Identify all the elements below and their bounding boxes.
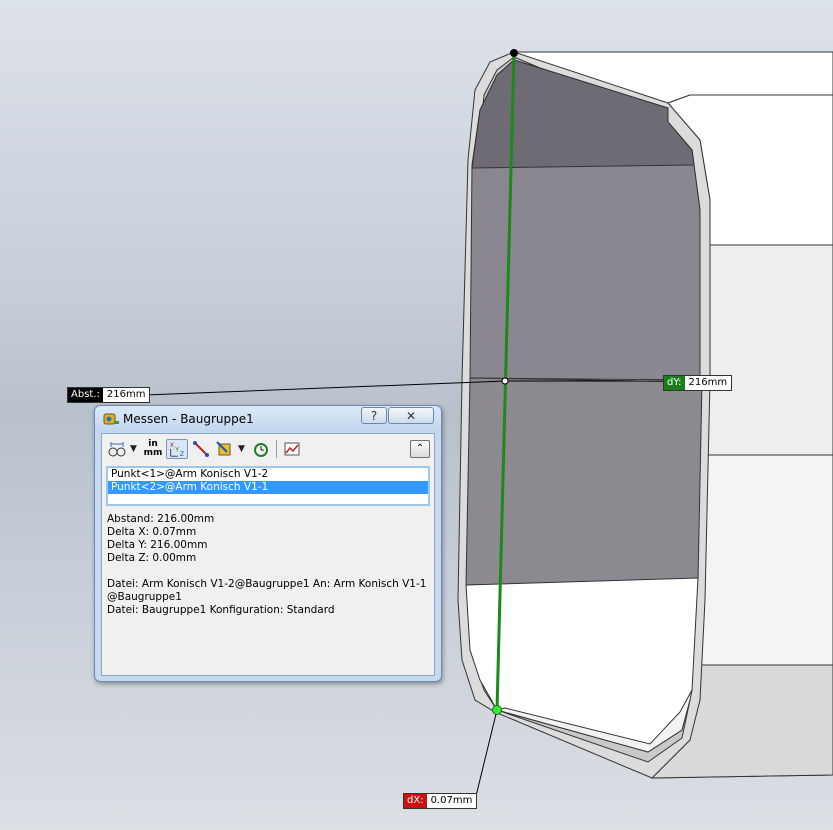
projection-icon[interactable]: [214, 439, 236, 459]
toolbar-divider: [276, 440, 277, 458]
delta-y-callout-tag: dY:: [664, 376, 685, 390]
chevron-down-icon[interactable]: ▼: [238, 439, 245, 459]
measure-leader-dx: [475, 709, 498, 797]
distance-callout-value: 216mm: [102, 388, 150, 402]
delta-x-callout: dX: 0.07mm: [403, 793, 478, 809]
selection-item[interactable]: Punkt<1>@Arm Konisch V1-2: [108, 468, 428, 481]
svg-text:Y: Y: [174, 447, 179, 454]
result-file-2: Datei: Baugruppe1 Konfiguration: Standar…: [107, 604, 335, 616]
delta-x-callout-tag: dX:: [404, 794, 427, 808]
svg-text:X: X: [170, 442, 175, 449]
measure-leader-abst: [144, 380, 506, 396]
midpoint-marker: [501, 377, 509, 385]
chevron-down-icon[interactable]: ▼: [130, 439, 137, 459]
close-button[interactable]: ✕: [388, 407, 434, 424]
measurement-results: Abstand: 216.00mm Delta X: 0.07mm Delta …: [107, 513, 433, 617]
dialog-titlebar[interactable]: Messen - Baugruppe1 ? ✕: [95, 406, 441, 432]
distance-callout-tag: Abst.:: [68, 388, 103, 402]
distance-callout: Abst.: 216mm: [67, 387, 151, 403]
xyz-icon[interactable]: X Y Z: [166, 439, 188, 459]
sensor-icon[interactable]: [281, 439, 303, 459]
selection-list[interactable]: Punkt<1>@Arm Konisch V1-2 Punkt<2>@Arm K…: [106, 466, 430, 506]
history-icon[interactable]: [250, 439, 272, 459]
arc-circle-icon[interactable]: [106, 439, 128, 459]
selection-item-selected[interactable]: Punkt<2>@Arm Konisch V1-1: [108, 481, 428, 494]
delta-y-callout: dY: 216mm: [663, 375, 733, 391]
result-distance: Abstand: 216.00mm: [107, 513, 215, 525]
dialog-body: ▼ in mm X Y Z ▼ ⌃ Punkt<1>@Arm Konisch V…: [101, 433, 435, 676]
result-delta-y: Delta Y: 216.00mm: [107, 539, 208, 551]
delta-y-callout-value: 216mm: [684, 376, 732, 390]
svg-text:Z: Z: [180, 451, 185, 458]
tape-measure-icon: [103, 413, 119, 425]
outer-wall-right-mid: [697, 454, 833, 666]
measure-toolbar: ▼ in mm X Y Z ▼ ⌃: [106, 437, 430, 461]
point-1-marker[interactable]: [510, 49, 518, 57]
result-file-1: Datei: Arm Konisch V1-2@Baugruppe1 An: A…: [107, 578, 427, 590]
units-bottom-label: mm: [143, 448, 163, 458]
collapse-button[interactable]: ⌃: [410, 440, 430, 458]
result-file-1-cont: @Baugruppe1: [107, 591, 182, 603]
help-button[interactable]: ?: [361, 407, 387, 424]
measure-dialog: Messen - Baugruppe1 ? ✕ ▼ in mm X Y Z ▼ …: [94, 405, 442, 682]
point-to-point-icon[interactable]: [190, 439, 212, 459]
result-delta-x: Delta X: 0.07mm: [107, 526, 197, 538]
result-delta-z: Delta Z: 0.00mm: [107, 552, 197, 564]
point-2-marker[interactable]: [492, 705, 502, 715]
dialog-title: Messen - Baugruppe1: [123, 412, 254, 426]
delta-x-callout-value: 0.07mm: [426, 794, 477, 808]
units-button[interactable]: in mm: [142, 439, 164, 459]
